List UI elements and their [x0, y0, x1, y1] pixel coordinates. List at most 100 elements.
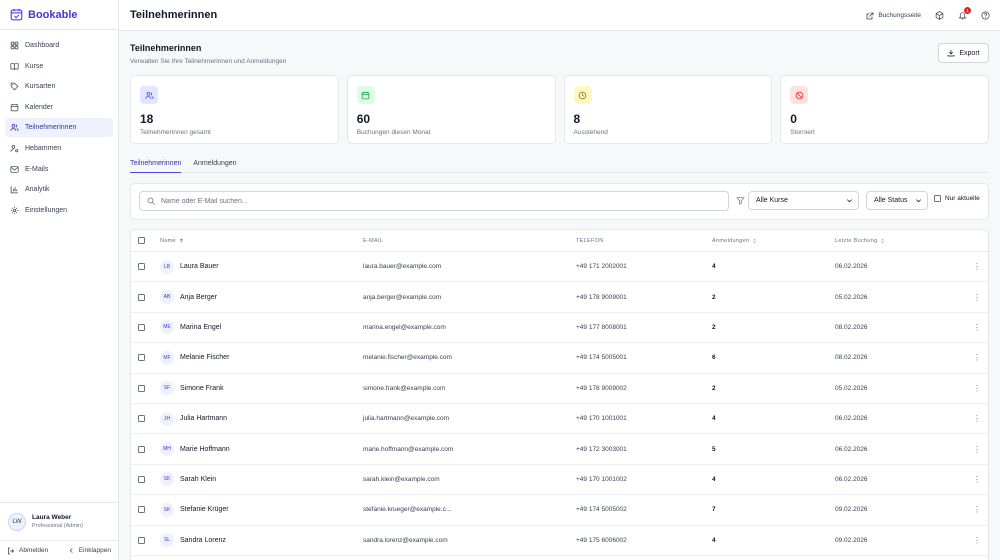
only-current-checkbox[interactable] — [934, 195, 941, 202]
more-vertical-icon[interactable]: ⋮ — [973, 313, 981, 342]
search-input[interactable] — [161, 197, 721, 205]
sort-icon — [880, 238, 885, 244]
stat-participants-total: 18 Teilnehmerinnen gesamt — [130, 75, 339, 144]
collapse-button[interactable]: Einklappen — [68, 547, 111, 554]
table-header: Name E-MAIL TELEFON Anmeldungen Letzte B… — [131, 230, 988, 252]
registrations-cell: 4 — [712, 536, 716, 544]
last-booking-cell: 08.02.2026 — [835, 354, 868, 362]
table-row[interactable]: AB Anja Berger anja.berger@example.com +49 … — [131, 282, 988, 313]
avatar: MF — [160, 350, 174, 365]
sidebar-item-kalender[interactable]: Kalender — [5, 98, 113, 117]
participant-name[interactable]: Sandra Lorenz — [180, 537, 226, 544]
row-checkbox[interactable] — [138, 445, 145, 453]
table-row[interactable]: MH Marie Hoffmann marie.hoffmann@example.c… — [131, 434, 988, 465]
participant-name[interactable]: Laura Bauer — [180, 263, 219, 270]
column-name[interactable]: Name — [160, 230, 184, 251]
export-button[interactable]: Export — [938, 43, 989, 63]
participants-table: Name E-MAIL TELEFON Anmeldungen Letzte B… — [130, 229, 989, 560]
sidebar-item-label: Kurse — [25, 62, 44, 70]
row-checkbox[interactable] — [138, 415, 145, 423]
stat-value: 8 — [573, 112, 581, 126]
column-registrations[interactable]: Anmeldungen — [712, 230, 757, 251]
row-checkbox[interactable] — [138, 384, 145, 392]
sidebar: Bookable Dashboard Kurse Kursarten Kalender… — [0, 0, 119, 560]
only-current-toggle[interactable]: Nur aktuelle — [934, 195, 980, 202]
more-vertical-icon[interactable]: ⋮ — [973, 374, 981, 403]
grid-icon — [10, 41, 19, 50]
table-row[interactable]: MF Melanie Fischer melanie.fischer@example… — [131, 343, 988, 374]
sidebar-item-hebammen[interactable]: Hebammen — [5, 139, 113, 158]
table-row[interactable]: LB Laura Bauer laura.bauer@example.com +49 … — [131, 252, 988, 283]
more-vertical-icon[interactable]: ⋮ — [973, 465, 981, 494]
email-cell: melanie.fischer@example.com — [363, 354, 452, 362]
course-select[interactable]: Alle Kurse — [748, 191, 859, 210]
more-vertical-icon[interactable]: ⋮ — [973, 526, 981, 555]
participant-name[interactable]: Melanie Fischer — [180, 354, 229, 361]
participant-name[interactable]: Stefanie Krüger — [180, 506, 229, 513]
participant-name[interactable]: Simone Frank — [180, 385, 224, 392]
more-vertical-icon[interactable]: ⋮ — [973, 434, 981, 463]
calendar-icon — [10, 103, 19, 112]
sidebar-item-einstellungen[interactable]: Einstellungen — [5, 201, 113, 220]
registrations-cell: 2 — [712, 293, 716, 301]
row-checkbox[interactable] — [138, 536, 145, 544]
cube-icon[interactable] — [935, 11, 944, 20]
page-subtitle: Verwalten Sie Ihre Teilnehmerinnen und A… — [130, 58, 287, 65]
download-icon — [947, 49, 955, 57]
participant-name[interactable]: Marina Engel — [180, 324, 221, 331]
user-cog-icon — [10, 144, 19, 153]
registrations-cell: 5 — [712, 445, 716, 453]
logout-button[interactable]: Abmelden — [7, 547, 48, 555]
booking-page-link[interactable]: Buchungsseite — [866, 12, 921, 20]
table-row[interactable]: ME Marina Engel marina.engel@example.com +4… — [131, 313, 988, 344]
stats-row: 18 Teilnehmerinnen gesamt 60 Buchungen dies… — [130, 75, 989, 144]
last-booking-cell: 05.02.2026 — [835, 293, 868, 301]
row-checkbox[interactable] — [138, 506, 145, 514]
tab-anmeldungen[interactable]: Anmeldungen — [193, 154, 236, 173]
sidebar-item-teilnehmerinnen[interactable]: Teilnehmerinnen — [5, 118, 113, 138]
row-checkbox[interactable] — [138, 354, 145, 362]
column-last-booking[interactable]: Letzte Buchung — [835, 230, 885, 251]
more-vertical-icon[interactable]: ⋮ — [973, 252, 981, 281]
chevron-down-icon — [915, 197, 922, 204]
phone-cell: +49 171 2002001 — [576, 263, 627, 271]
more-vertical-icon[interactable]: ⋮ — [973, 282, 981, 311]
participant-name[interactable]: Sarah Klein — [180, 476, 216, 483]
row-checkbox[interactable] — [138, 293, 145, 301]
sidebar-item-analytik[interactable]: Analytik — [5, 180, 113, 199]
select-all-checkbox[interactable] — [138, 237, 145, 244]
column-phone: TELEFON — [576, 237, 604, 244]
name-cell: SK Sarah Klein — [160, 465, 216, 494]
table-row[interactable]: SF Simone Frank simone.frank@example.com +4… — [131, 374, 988, 404]
table-row[interactable]: SK Stefanie Krüger stefanie.krueger@exampl… — [131, 495, 988, 526]
sidebar-item-e-mails[interactable]: E-Mails — [5, 160, 113, 179]
participant-name[interactable]: Anja Berger — [180, 294, 217, 301]
registrations-cell: 4 — [712, 415, 716, 423]
app-logo[interactable]: Bookable — [0, 0, 118, 30]
tab-teilnehmerinnen[interactable]: Teilnehmerinnen — [130, 154, 182, 173]
search-box[interactable] — [139, 191, 729, 211]
notifications-button[interactable]: 1 — [958, 7, 971, 20]
row-checkbox[interactable] — [138, 263, 145, 271]
help-icon[interactable] — [981, 11, 990, 20]
status-select[interactable]: Alle Status — [866, 191, 928, 210]
stat-label: Buchungen diesen Monat — [356, 129, 431, 136]
stat-value: 60 — [356, 112, 371, 126]
sidebar-item-kursarten[interactable]: Kursarten — [5, 77, 113, 96]
more-vertical-icon[interactable]: ⋮ — [973, 404, 981, 433]
more-vertical-icon[interactable]: ⋮ — [973, 343, 981, 372]
table-row[interactable]: SK Sarah Klein sarah.klein@example.com +49 … — [131, 465, 988, 496]
external-link-icon — [866, 12, 874, 20]
more-vertical-icon[interactable]: ⋮ — [973, 495, 981, 524]
sidebar-item-kurse[interactable]: Kurse — [5, 57, 113, 76]
table-row[interactable]: JH Julia Hartmann julia.hartmann@example.c… — [131, 404, 988, 435]
row-checkbox[interactable] — [138, 475, 145, 483]
participant-name[interactable]: Julia Hartmann — [180, 415, 227, 422]
user-profile[interactable]: LW Laura Weber Professional (Admin) — [0, 502, 118, 540]
sidebar-item-dashboard[interactable]: Dashboard — [5, 36, 113, 55]
participant-name[interactable]: Marie Hoffmann — [180, 446, 230, 453]
table-row[interactable]: SL Sandra Lorenz sandra.lorenz@example.com… — [131, 526, 988, 556]
row-checkbox[interactable] — [138, 323, 145, 331]
stat-value: 0 — [790, 112, 797, 126]
phone-cell: +49 175 6006002 — [576, 536, 627, 544]
